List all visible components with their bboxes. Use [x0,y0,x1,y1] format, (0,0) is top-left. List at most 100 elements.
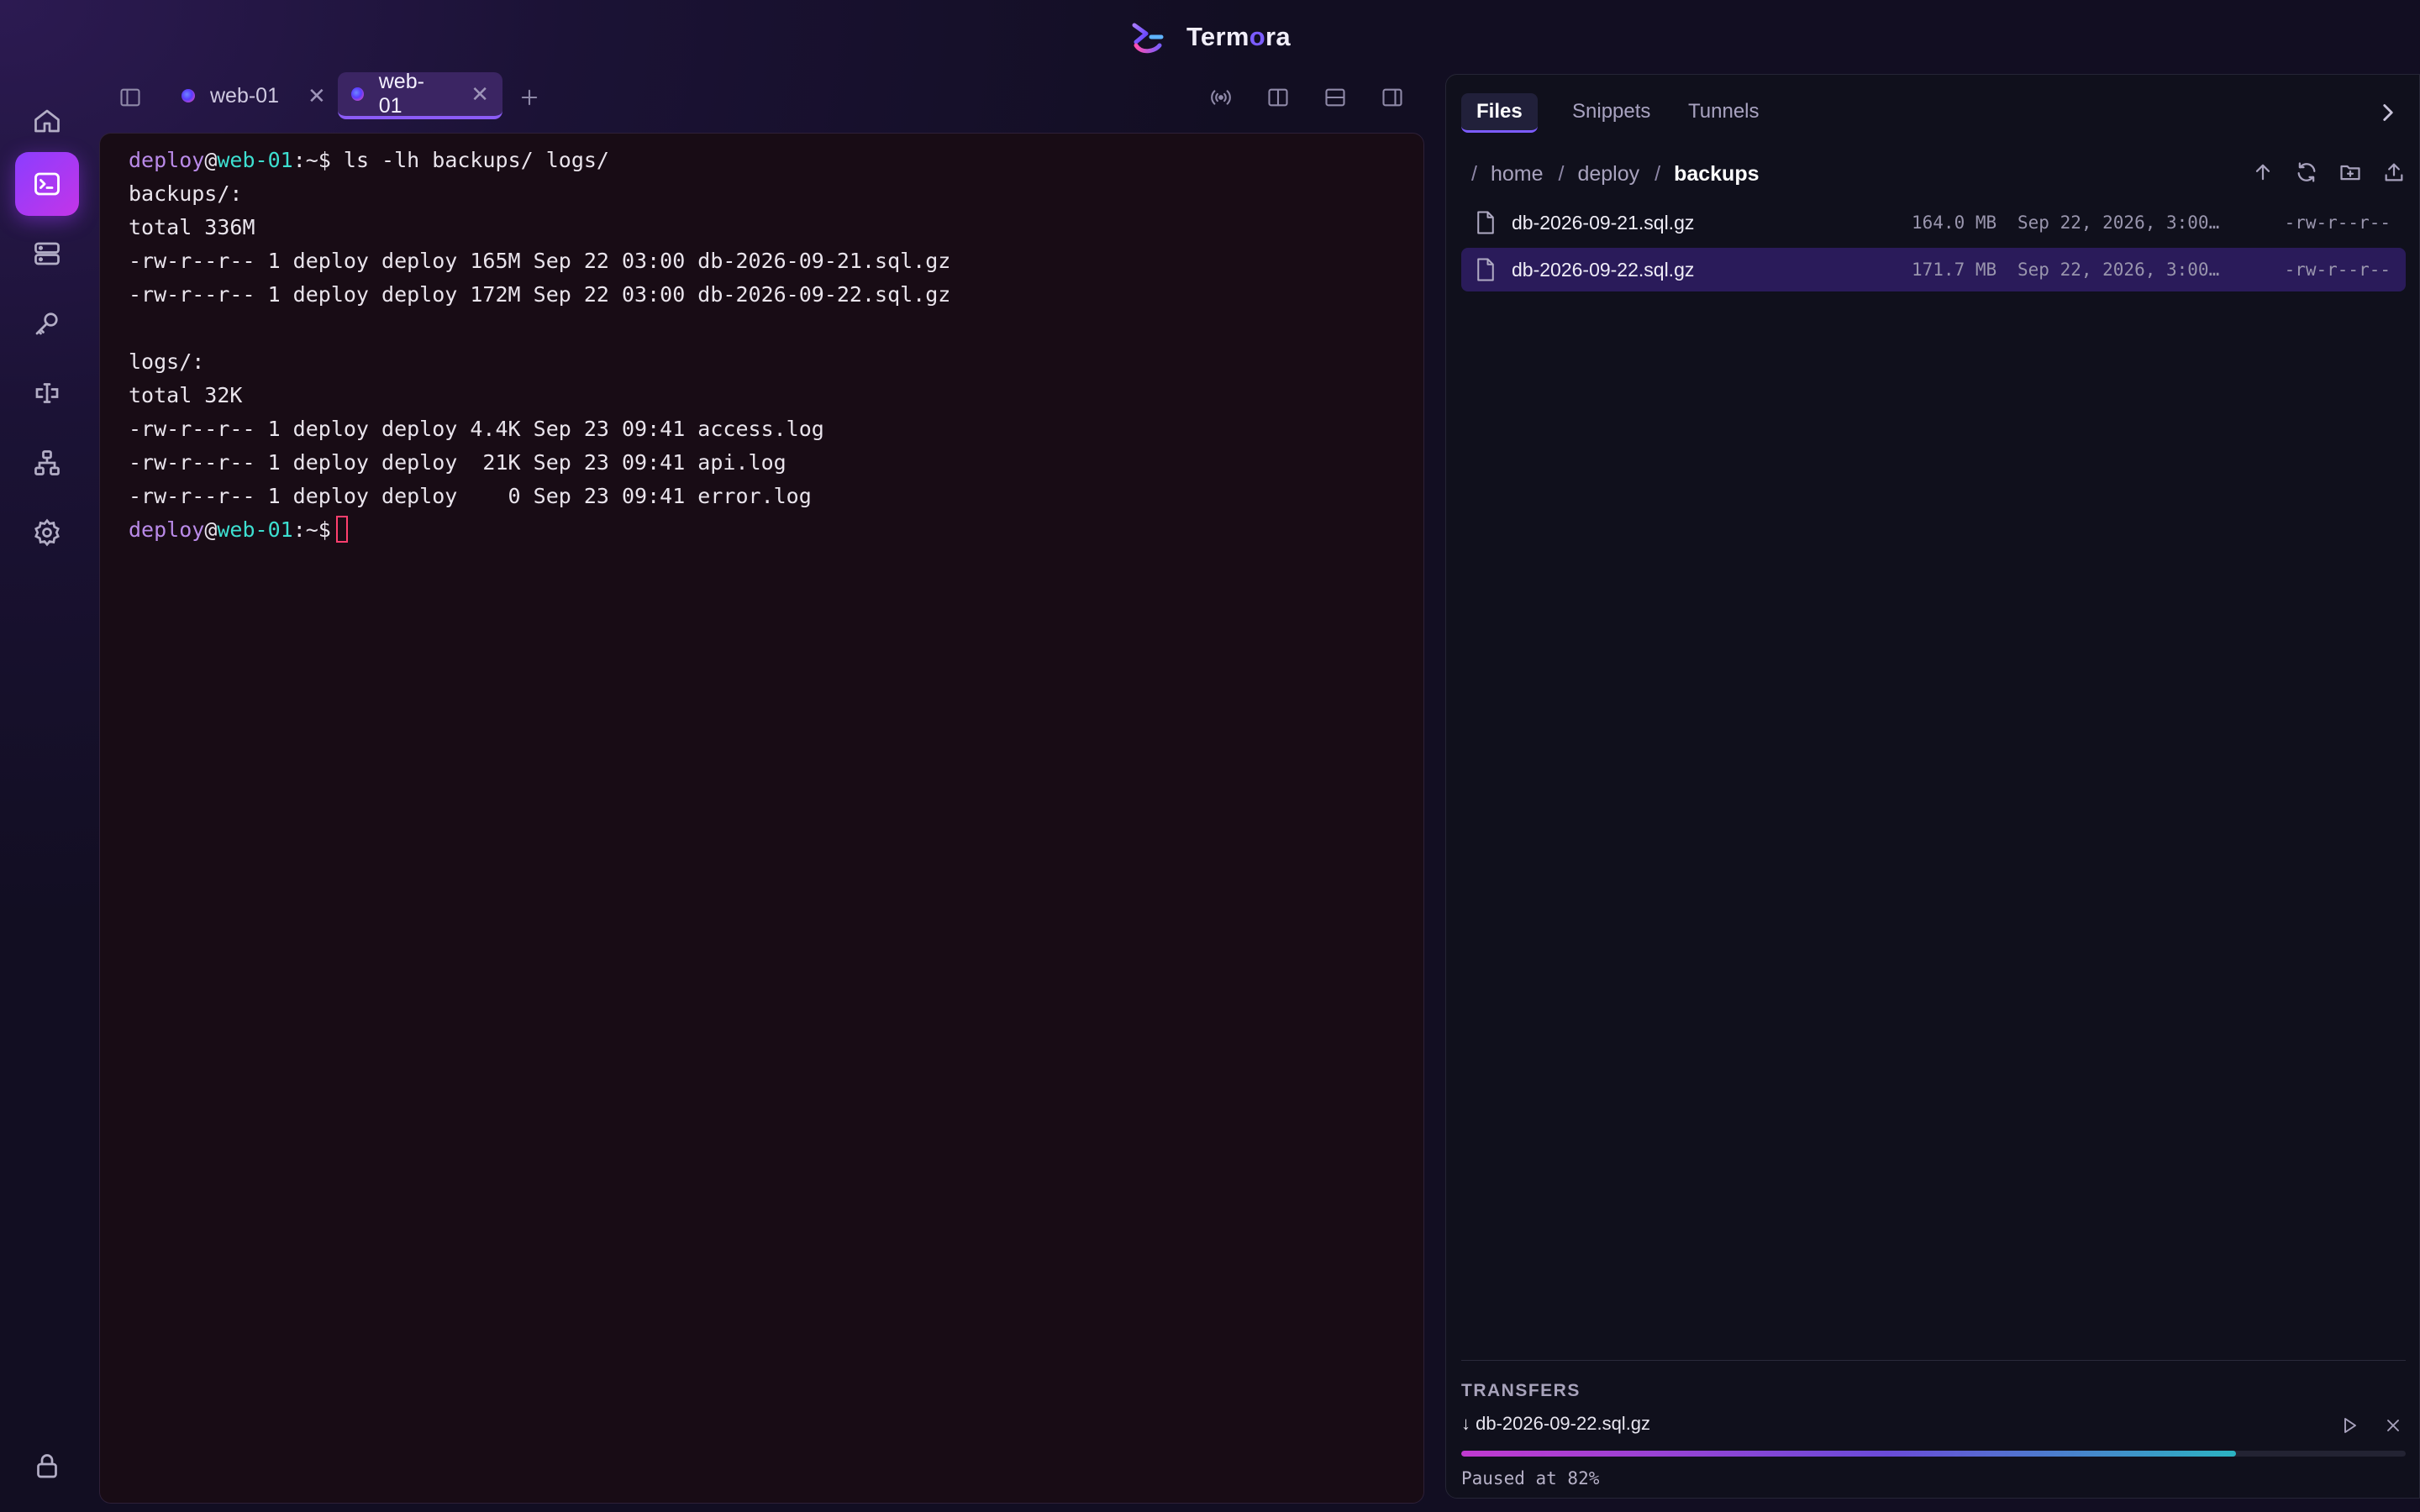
transfer-progress-fill [1461,1451,2236,1457]
refresh-icon [2297,162,2316,182]
refresh-button[interactable] [2291,157,2322,187]
collapse-panel-chevron-icon[interactable] [2374,98,2402,127]
nav-home-button[interactable] [15,89,79,153]
nav-settings-button[interactable] [15,501,79,564]
transfer-actions [2337,1413,2406,1438]
split-vertical-button[interactable] [1260,79,1297,116]
breadcrumb-separator: / [1558,161,1565,186]
left-navigation-rail [0,72,94,1512]
file-name: db-2026-09-22.sql.gz [1512,258,1695,281]
title-bar: Termora [0,0,2420,72]
breadcrumb-separator: / [1655,161,1661,186]
tab-web-01-active[interactable]: web-01 ✕ [338,70,502,119]
new-tab-button[interactable] [511,79,548,116]
terminal-output-line: logs/: [129,349,205,374]
tab-tunnels[interactable]: Tunnels [1673,93,1775,130]
terminal-icon [34,172,60,196]
terminal-view[interactable]: deploy@web-01:~$ ls -lh backups/ logs/ b… [99,133,1424,1504]
close-icon[interactable]: ✕ [471,81,489,108]
lock-icon [37,1454,57,1478]
download-arrow-icon: ↓ [1461,1413,1470,1434]
file-permissions: -rw-r--r-- [2284,260,2391,280]
tab-label: web-01 [378,70,424,118]
breadcrumb-root[interactable]: / [1471,162,1477,186]
resume-transfer-button[interactable] [2337,1413,2362,1438]
app-brand: Termora [1128,17,1291,57]
broadcast-icon [1211,90,1231,105]
tab-label: web-01 [210,83,279,108]
terminal-output-line: total 32K [129,383,243,407]
terminal-output-line: total 336M [129,215,255,239]
transfers-title: TRANSFERS [1461,1381,1581,1400]
folder-plus-icon [2340,165,2360,181]
transfer-status: Paused at 82% [1461,1468,1600,1488]
file-icon [1477,258,1494,281]
lock-app-button[interactable] [15,1435,79,1499]
split-vertical-icon [1268,88,1288,107]
file-date: Sep 22, 2026, 3:00… [2018,213,2220,233]
home-icon [34,109,60,133]
transfer-item-name: ↓ db-2026-09-22.sql.gz [1461,1413,1651,1434]
breadcrumb-deploy[interactable]: deploy [1577,162,1639,186]
side-panel: Files Snippets Tunnels / home / deploy /… [1445,74,2420,1499]
breadcrumb-home[interactable]: home [1491,162,1544,186]
toggle-sidebar-button[interactable] [112,79,149,116]
close-icon[interactable]: ✕ [308,83,326,109]
arrow-up-icon [2255,164,2270,181]
breadcrumb: / home / deploy / backups [1471,155,1775,192]
terminal-output-line: backups/: [129,181,243,206]
host-status-icon [351,87,364,101]
cancel-transfer-button[interactable] [2381,1413,2406,1438]
terminal-command-line: deploy@web-01:~$ ls -lh backups/ logs/ [129,148,609,172]
parent-directory-button[interactable] [2248,157,2278,187]
settings-icon [34,518,60,547]
host-status-icon [182,89,195,102]
transfers-section: TRANSFERS ↓ db-2026-09-22.sql.gz Paused … [1461,1360,2406,1495]
new-folder-button[interactable] [2335,157,2365,187]
split-horizontal-icon [1325,88,1345,107]
breadcrumb-backups: backups [1674,161,1760,186]
nav-network-button[interactable] [15,431,79,495]
plus-icon [521,89,538,106]
toggle-right-panel-button[interactable] [1374,79,1411,116]
file-permissions: -rw-r--r-- [2284,213,2391,233]
right-panel-icon [1382,88,1402,107]
split-horizontal-button[interactable] [1317,79,1354,116]
network-icon [34,450,60,475]
broadcast-button[interactable] [1202,79,1239,116]
nav-keys-button[interactable] [15,291,79,355]
sidebar-toggle-icon [120,88,140,107]
file-row-selected[interactable]: db-2026-09-22.sql.gz 171.7 MB Sep 22, 20… [1461,248,2406,291]
tab-files[interactable]: Files [1461,93,1538,133]
terminal-output-line: -rw-r--r-- 1 deploy deploy 21K Sep 23 09… [129,450,786,475]
terminal-output-line: -rw-r--r-- 1 deploy deploy 0 Sep 23 09:4… [129,484,812,508]
file-name: db-2026-09-21.sql.gz [1512,211,1695,234]
tab-snippets[interactable]: Snippets [1557,93,1665,130]
file-browser-actions [2248,157,2409,187]
terminal-output-line: -rw-r--r-- 1 deploy deploy 4.4K Sep 23 0… [129,417,824,441]
upload-button[interactable] [2379,157,2409,187]
app-name: Termora [1186,22,1291,51]
forward-icon [35,383,59,403]
key-icon [35,312,58,335]
terminal-cursor [335,516,348,543]
file-row[interactable]: db-2026-09-21.sql.gz 164.0 MB Sep 22, 20… [1461,201,2406,244]
nav-terminal-button[interactable] [15,152,79,216]
close-icon [2387,1420,2399,1431]
file-icon [1477,211,1494,234]
terminal-output-line: -rw-r--r-- 1 deploy deploy 172M Sep 22 0… [129,282,951,307]
terminal-tab-bar: web-01 ✕ web-01 ✕ [101,70,1424,124]
play-icon [2344,1418,2356,1433]
file-size: 171.7 MB [1912,260,1997,280]
transfer-progress-bar [1461,1451,2406,1457]
termora-logo-icon [1132,23,1164,54]
file-date: Sep 22, 2026, 3:00… [2018,260,2220,280]
servers-icon [34,242,60,265]
upload-icon [2385,163,2403,181]
tab-web-01-first[interactable]: web-01 ✕ [168,72,339,119]
file-size: 164.0 MB [1912,213,1997,233]
nav-port-forwarding-button[interactable] [15,361,79,425]
terminal-prompt-line: deploy@web-01:~$ [129,513,1395,547]
nav-hosts-button[interactable] [15,222,79,286]
